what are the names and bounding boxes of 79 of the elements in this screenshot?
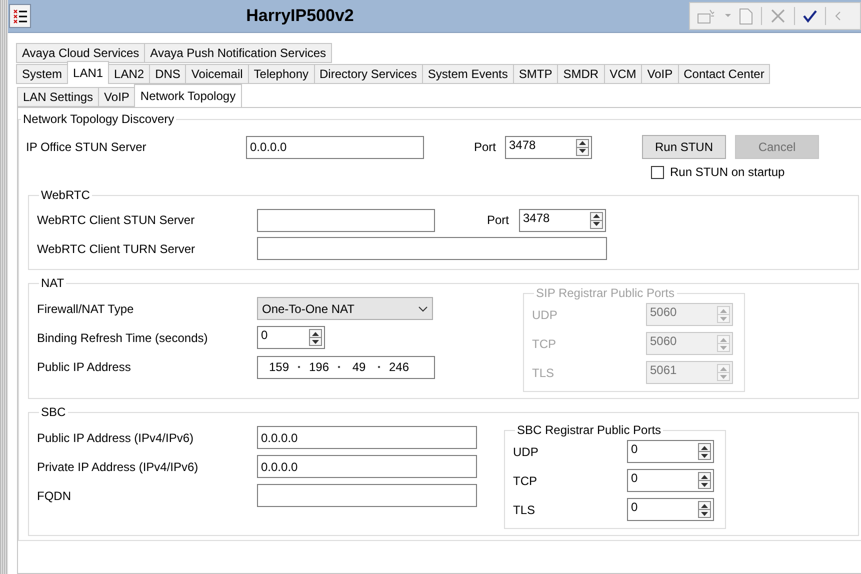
- tab[interactable]: SMTP: [512, 64, 558, 84]
- down-arrow-icon: [312, 340, 319, 344]
- group-title: SBC Registrar Public Ports: [516, 423, 662, 437]
- input-field[interactable]: [257, 484, 477, 507]
- input-field[interactable]: [257, 237, 607, 260]
- tab[interactable]: Avaya Push Notification Services: [144, 43, 332, 63]
- field-label: Public IP Address: [37, 360, 132, 374]
- port-label: TCP: [513, 474, 538, 488]
- section-title: NAT: [40, 276, 66, 290]
- port-spin-field[interactable]: 0: [627, 498, 714, 521]
- run-stun-button[interactable]: Run STUN: [642, 135, 726, 159]
- section-title: SBC: [40, 405, 67, 419]
- group-title: SIP Registrar Public Ports: [535, 286, 676, 300]
- checkbox[interactable]: [651, 166, 664, 178]
- up-arrow-icon: [720, 308, 727, 312]
- checkbox-label: Run STUN on startup: [670, 165, 785, 179]
- tab[interactable]: VoIP: [641, 64, 679, 84]
- tab[interactable]: System Events: [422, 64, 514, 84]
- down-arrow-icon: [701, 512, 708, 516]
- up-arrow-icon: [701, 446, 708, 450]
- field-label: WebRTC Client TURN Server: [37, 242, 196, 256]
- up-arrow-icon: [720, 366, 727, 370]
- menu-button[interactable]: [9, 4, 31, 28]
- port-spin-field[interactable]: 0: [627, 469, 714, 492]
- input-field[interactable]: 0.0.0.0: [257, 426, 477, 449]
- spin-field[interactable]: 3478: [519, 208, 606, 232]
- up-arrow-icon: [701, 504, 708, 508]
- tab[interactable]: VCM: [604, 64, 642, 84]
- tab[interactable]: DNS: [149, 64, 186, 84]
- tab[interactable]: Network Topology: [134, 84, 242, 107]
- port-label: TLS: [532, 366, 556, 380]
- section-title: Network Topology Discovery: [22, 112, 176, 126]
- field-label: Port: [473, 140, 498, 154]
- port-label: UDP: [513, 444, 540, 458]
- chevron-down-icon: [418, 306, 428, 312]
- tab[interactable]: Avaya Cloud Services: [16, 43, 146, 63]
- down-arrow-icon: [701, 482, 708, 486]
- tab[interactable]: LAN2: [108, 64, 150, 84]
- up-arrow-icon: [593, 214, 600, 218]
- tab[interactable]: VoIP: [98, 87, 136, 107]
- down-arrow-icon: [720, 316, 727, 320]
- tab[interactable]: Directory Services: [314, 64, 423, 84]
- down-arrow-icon: [720, 374, 727, 378]
- port-label: TCP: [532, 336, 557, 350]
- down-arrow-icon: [701, 454, 708, 458]
- field-label: Private IP Address (IPv4/IPv6): [37, 460, 200, 474]
- down-arrow-icon: [593, 222, 600, 226]
- field-label: Port: [486, 213, 510, 227]
- field-label: WebRTC Client STUN Server: [37, 213, 196, 227]
- up-arrow-icon: [701, 474, 708, 478]
- input-field[interactable]: 0.0.0.0: [246, 136, 424, 158]
- input-field[interactable]: [257, 208, 435, 232]
- up-arrow-icon: [312, 332, 319, 336]
- up-arrow-icon: [720, 338, 727, 342]
- input-field[interactable]: 0.0.0.0: [257, 455, 477, 478]
- down-arrow-icon: [720, 346, 727, 350]
- field-label: Public IP Address (IPv4/IPv6): [37, 430, 195, 444]
- section-title: WebRTC: [40, 188, 91, 202]
- tab[interactable]: System: [16, 64, 68, 84]
- field-label: Binding Refresh Time (seconds): [37, 330, 209, 344]
- port-spin-field[interactable]: 0: [627, 440, 714, 463]
- field-label: Firewall/NAT Type: [37, 302, 135, 316]
- port-label: UDP: [532, 308, 558, 322]
- tab[interactable]: Telephony: [248, 64, 314, 84]
- spin-field[interactable]: 3478: [505, 136, 592, 158]
- down-arrow-icon: [579, 149, 586, 153]
- spin-field[interactable]: 0: [257, 326, 325, 349]
- up-arrow-icon: [579, 141, 586, 145]
- menu-icon: [13, 8, 27, 24]
- tab[interactable]: SMDR: [557, 64, 605, 84]
- field-label: IP Office STUN Server: [26, 140, 148, 154]
- tab[interactable]: Contact Center: [678, 64, 770, 84]
- tab[interactable]: Voicemail: [185, 64, 249, 84]
- tab[interactable]: LAN Settings: [17, 87, 100, 107]
- ip-address-field[interactable]: 159 196 49 246: [257, 356, 435, 378]
- dropdown[interactable]: One-To-One NAT: [257, 297, 433, 320]
- field-label: FQDN: [37, 488, 72, 502]
- port-label: TLS: [513, 502, 536, 516]
- window-title: HarryIP500v2: [245, 6, 355, 26]
